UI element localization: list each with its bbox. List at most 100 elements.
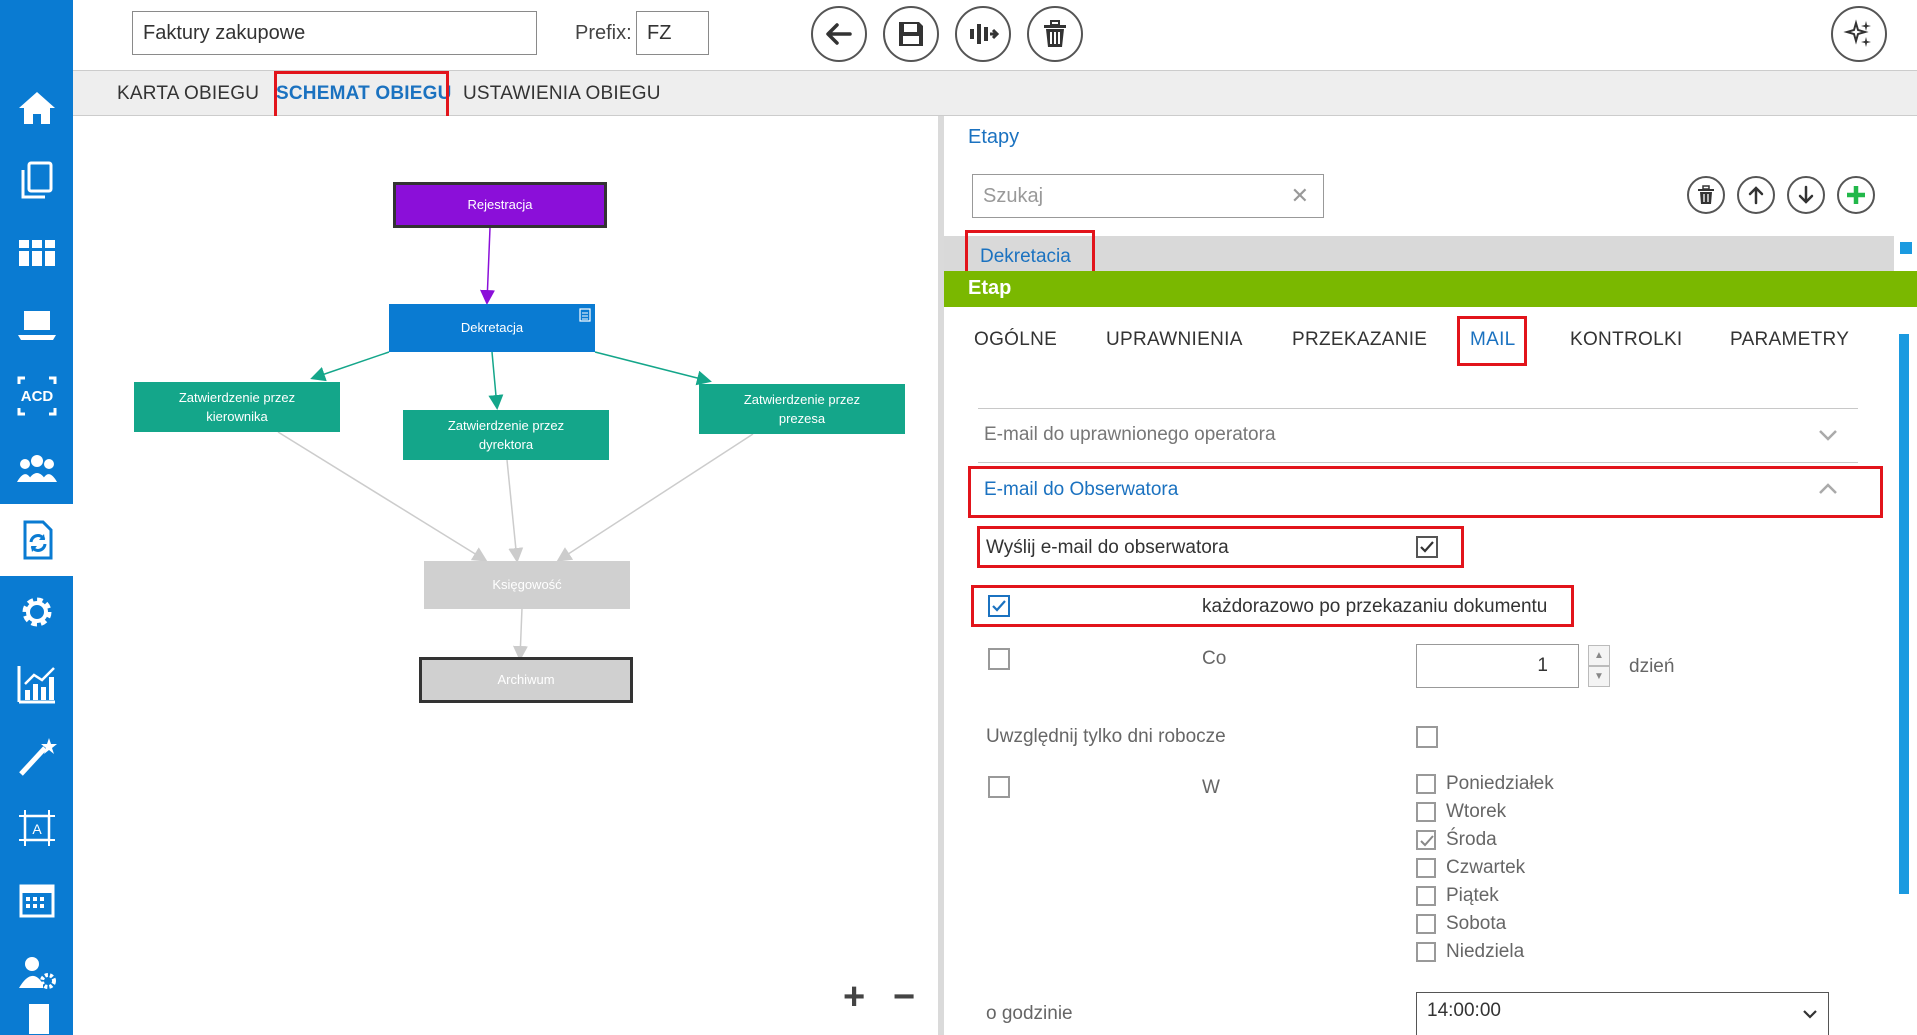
tab-ustawienia-obiegu[interactable]: USTAWIENIA OBIEGU [463,83,661,105]
node-label: Rejestracja [467,197,533,213]
subtab-przekazanie[interactable]: PRZEKAZANIE [1292,329,1427,351]
workdays-label: Uwzględnij tylko dni robocze [986,726,1226,747]
stage-search-input[interactable]: Szukaj ✕ [972,174,1324,218]
node-label-line2: kierownika [206,409,268,424]
list-scroll-indicator[interactable] [1900,242,1912,254]
more-icon[interactable] [0,1003,73,1035]
workflow-document-icon[interactable] [0,504,73,576]
svg-text:A: A [32,821,42,837]
day-label: Środa [1446,829,1497,850]
node-label-line2: dyrektora [478,437,534,452]
tab-karta-obiegu[interactable]: KARTA OBIEGU [117,83,259,105]
day-checkbox[interactable] [1416,774,1436,794]
zoom-in-button[interactable]: + [843,976,865,1019]
node-zatwierdzenie-dyrektor[interactable]: Zatwierdzenie przez dyrektora [403,410,609,460]
designer-icon[interactable]: A [0,792,73,864]
magic-wand-icon[interactable] [0,720,73,792]
day-checkbox[interactable] [1416,886,1436,906]
save-icon [899,22,923,46]
highlight-each-time [971,585,1574,627]
magic-button[interactable] [1831,6,1887,62]
trash-icon [1698,185,1714,204]
stages-panel: Etapy Szukaj ✕ Dekretacia Etap OGÓLNE UP… [944,116,1917,1035]
stage-header-label: Etap [968,277,1012,299]
day-label: Wtorek [1446,801,1507,822]
highlight-mail-tab [1457,316,1527,366]
zoom-out-button[interactable]: − [893,976,915,1019]
node-label: Księgowość [492,577,562,593]
back-button[interactable] [811,6,867,62]
w-checkbox[interactable] [988,776,1010,798]
node-ksiegowosc[interactable]: Księgowość [424,561,630,609]
subtab-uprawnienia[interactable]: UPRAWNIENIA [1106,329,1243,351]
day-label: Czwartek [1446,857,1526,878]
node-label: Archiwum [497,672,555,688]
co-value-input[interactable]: 1 [1416,644,1579,688]
checkmark-icon [1420,835,1434,847]
subtab-kontrolki[interactable]: KONTROLKI [1570,329,1683,351]
home-icon[interactable] [0,72,73,144]
spin-up-button[interactable]: ▲ [1588,645,1610,666]
co-checkbox[interactable] [988,648,1010,670]
analytics-chart-icon[interactable] [0,648,73,720]
acd-icon[interactable]: ACD [0,360,73,432]
vertical-scrollbar[interactable] [1899,334,1909,894]
connector-dekretacja-dyrektor [488,351,504,410]
day-label: dzień [1629,656,1675,677]
laptop-icon[interactable] [0,288,73,360]
node-archiwum[interactable]: Archiwum [419,657,633,703]
day-checkbox[interactable] [1416,830,1436,850]
workflow-name-input[interactable]: Faktury zakupowe [132,11,537,55]
workflow-diagram: Rejestracja Dekretacja Zatwierdzenie prz… [73,116,940,1035]
node-dekretacja[interactable]: Dekretacja [389,304,595,352]
chevron-down-icon[interactable] [1817,424,1839,446]
node-zatwierdzenie-prezes[interactable]: Zatwierdzenie przez prezesa [699,384,905,434]
user-settings-icon[interactable] [0,936,73,1008]
subtab-ogolne[interactable]: OGÓLNE [974,329,1057,351]
co-label: Co [1202,648,1227,669]
node-label-line1: Zatwierdzenie przez [447,417,565,433]
calendar-icon[interactable] [0,864,73,936]
connector-rejestracja-dekretacja [479,227,495,305]
node-label: Dekretacja [460,320,524,336]
section-email-operator[interactable]: E-mail do uprawnionego operatora [984,424,1276,446]
hour-label: o godzinie [986,1003,1073,1024]
hour-select[interactable]: 14:00:00 [1416,992,1829,1035]
svg-text:ACD: ACD [20,388,53,405]
workflow-icon [970,24,1000,44]
connector-dyrektor-ksiegowosc [506,459,524,563]
day-label: Poniedziałek [1446,773,1554,794]
delete-button[interactable] [1027,6,1083,62]
binders-icon[interactable] [0,216,73,288]
plus-icon [1847,186,1865,204]
users-icon[interactable] [0,432,73,504]
delete-stage-button[interactable] [1687,176,1725,214]
connector-dekretacja-kierownik [310,351,390,382]
day-checkbox[interactable] [1416,802,1436,822]
workflow-button[interactable] [955,6,1011,62]
stages-title: Etapy [968,126,1020,148]
day-checkbox[interactable] [1416,858,1436,878]
day-checkbox[interactable] [1416,914,1436,934]
move-up-button[interactable] [1737,176,1775,214]
workdays-checkbox[interactable] [1416,726,1438,748]
hour-value: 14:00:00 [1427,1000,1501,1021]
subtab-parametry[interactable]: PARAMETRY [1730,329,1849,351]
settings-gear-icon[interactable] [0,576,73,648]
documents-icon[interactable] [0,144,73,216]
add-stage-button[interactable] [1837,176,1875,214]
stage-header: Etap [944,271,1917,307]
divider-line [978,408,1858,409]
prefix-input[interactable]: FZ [636,11,709,55]
spin-down-button[interactable]: ▼ [1588,666,1610,687]
day-checkbox[interactable] [1416,942,1436,962]
move-down-button[interactable] [1787,176,1825,214]
clear-icon[interactable]: ✕ [1291,183,1309,209]
divider-line [978,462,1858,463]
save-button[interactable] [883,6,939,62]
prefix-label: Prefix: [575,22,632,44]
node-zatwierdzenie-kierownik[interactable]: Zatwierdzenie przez kierownika [134,382,340,432]
chevron-down-icon [1803,1010,1817,1019]
node-rejestracja[interactable]: Rejestracja [393,182,607,228]
delete-icon [1044,20,1066,47]
